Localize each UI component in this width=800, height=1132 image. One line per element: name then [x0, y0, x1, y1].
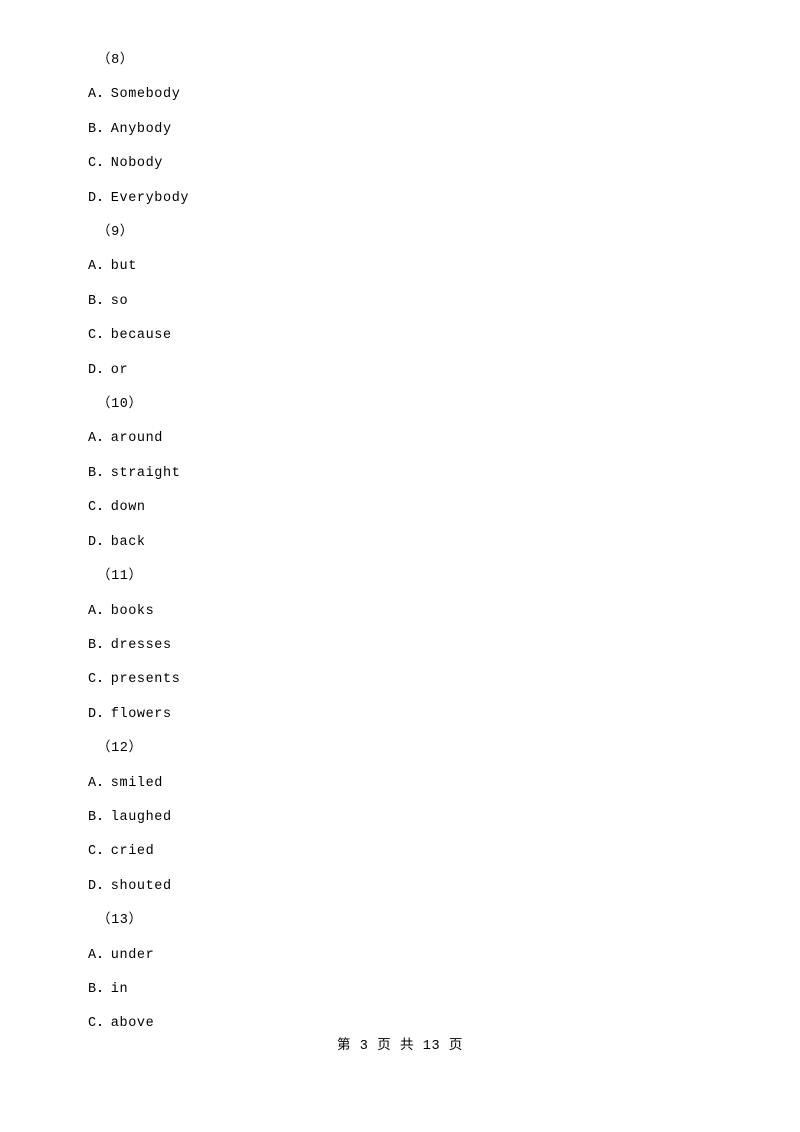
answer-option: B．Anybody — [88, 121, 172, 137]
answer-option: B．so — [88, 293, 129, 309]
answer-option: C．Nobody — [88, 156, 164, 172]
answer-option: C．down — [88, 500, 146, 516]
answer-option: D．shouted — [88, 878, 172, 894]
question-number: （8） — [97, 53, 134, 68]
answer-option: B．dresses — [88, 637, 172, 653]
document-page: （8） A．Somebody B．Anybody C．Nobody D．Everybod… — [0, 0, 800, 1132]
question-number: （12） — [97, 741, 143, 757]
answer-option: B．straight — [88, 465, 181, 481]
answer-option: D．flowers — [88, 706, 172, 722]
page-footer: 第 3 页 共 13 页 — [336, 1039, 463, 1054]
answer-option: A．smiled — [88, 775, 164, 791]
answer-option: A．but — [88, 259, 137, 275]
answer-option: C．because — [88, 328, 172, 344]
question-list: （8） A．Somebody B．Anybody C．Nobody D．Everybod… — [88, 44, 712, 1042]
question-number: （13） — [97, 913, 143, 929]
answer-option: A．under — [88, 947, 155, 963]
answer-option: B．laughed — [88, 809, 172, 825]
question-number: （9） — [97, 225, 134, 241]
answer-option: A．Somebody — [88, 87, 181, 103]
answer-option: A．books — [88, 603, 155, 619]
answer-option: A．around — [88, 431, 164, 447]
answer-option: B．in — [88, 981, 129, 997]
answer-option: D．or — [88, 362, 129, 378]
answer-option: C．cried — [88, 844, 155, 860]
answer-option: D．Everybody — [88, 190, 190, 206]
answer-option: C．presents — [88, 672, 181, 688]
question-number: （10） — [97, 397, 143, 413]
answer-option: D．back — [88, 534, 146, 550]
question-number: （11） — [97, 569, 143, 585]
